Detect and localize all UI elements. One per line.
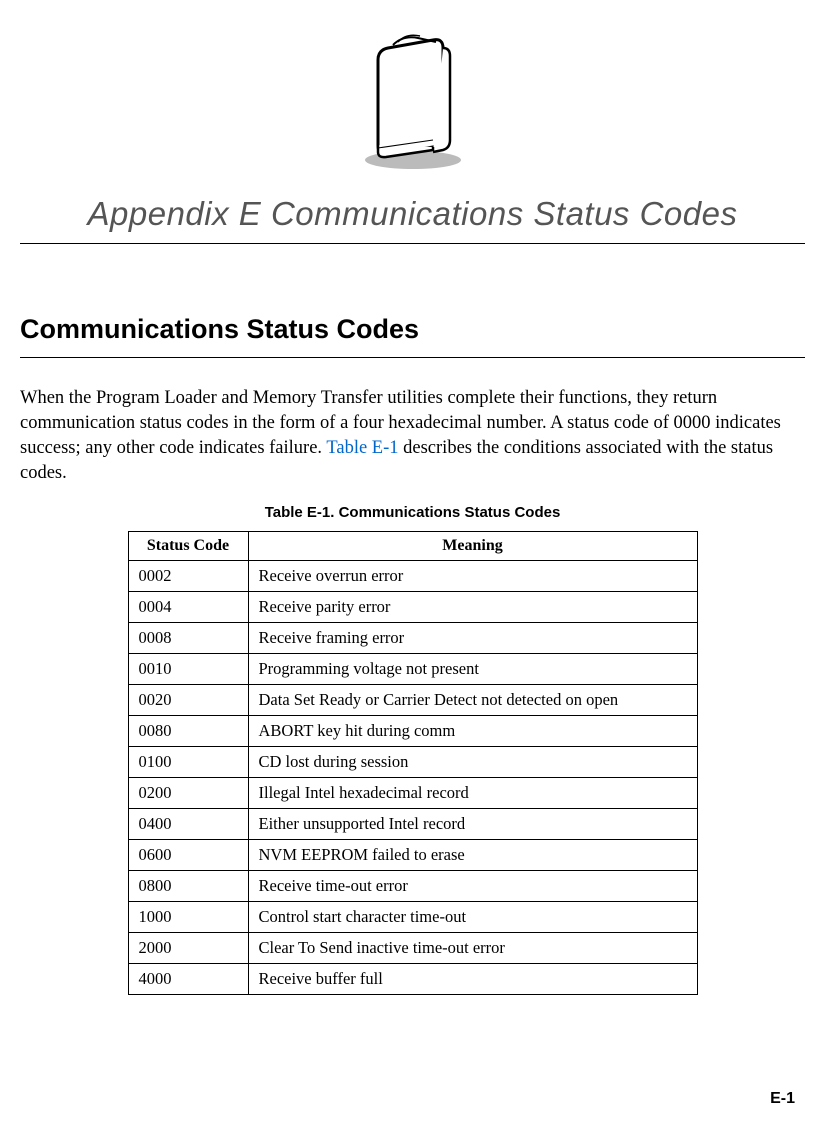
table-row: 0020Data Set Ready or Carrier Detect not… (128, 684, 697, 715)
cell-meaning: ABORT key hit during comm (248, 715, 697, 746)
cell-meaning: Illegal Intel hexadecimal record (248, 777, 697, 808)
table-reference-link[interactable]: Table E-1 (326, 438, 398, 458)
section-rule (20, 357, 805, 358)
cell-status-code: 0020 (128, 684, 248, 715)
cell-status-code: 0002 (128, 560, 248, 591)
cell-status-code: 0008 (128, 622, 248, 653)
cell-meaning: Receive overrun error (248, 560, 697, 591)
title-rule (20, 243, 805, 244)
cell-status-code: 0400 (128, 808, 248, 839)
cell-meaning: Receive time-out error (248, 870, 697, 901)
header-meaning: Meaning (248, 531, 697, 560)
table-row: 0008Receive framing error (128, 622, 697, 653)
table-header-row: Status Code Meaning (128, 531, 697, 560)
table-row: 0002Receive overrun error (128, 560, 697, 591)
table-row: 0600NVM EEPROM failed to erase (128, 839, 697, 870)
table-row: 0100CD lost during session (128, 746, 697, 777)
table-row: 0010Programming voltage not present (128, 653, 697, 684)
table-row: 0800Receive time-out error (128, 870, 697, 901)
cell-status-code: 0004 (128, 591, 248, 622)
cell-status-code: 0010 (128, 653, 248, 684)
table-row: 0200Illegal Intel hexadecimal record (128, 777, 697, 808)
table-row: 0004Receive parity error (128, 591, 697, 622)
cell-meaning: Programming voltage not present (248, 653, 697, 684)
cell-status-code: 0800 (128, 870, 248, 901)
book-icon (348, 30, 478, 175)
header-status-code: Status Code (128, 531, 248, 560)
cell-meaning: Data Set Ready or Carrier Detect not det… (248, 684, 697, 715)
cell-status-code: 2000 (128, 932, 248, 963)
section-heading: Communications Status Codes (20, 314, 805, 345)
table-row: 2000Clear To Send inactive time-out erro… (128, 932, 697, 963)
table-row: 0400Either unsupported Intel record (128, 808, 697, 839)
cell-status-code: 0600 (128, 839, 248, 870)
status-codes-table: Status Code Meaning 0002Receive overrun … (128, 531, 698, 995)
cell-meaning: CD lost during session (248, 746, 697, 777)
cell-meaning: Receive framing error (248, 622, 697, 653)
cell-meaning: Control start character time-out (248, 901, 697, 932)
table-row: 0080ABORT key hit during comm (128, 715, 697, 746)
cell-status-code: 0200 (128, 777, 248, 808)
page-number: E-1 (770, 1090, 795, 1108)
appendix-title: Appendix E Communications Status Codes (20, 195, 805, 233)
table-row: 4000Receive buffer full (128, 963, 697, 994)
cell-meaning: NVM EEPROM failed to erase (248, 839, 697, 870)
table-row: 1000Control start character time-out (128, 901, 697, 932)
table-body: 0002Receive overrun error0004Receive par… (128, 560, 697, 994)
cell-meaning: Receive buffer full (248, 963, 697, 994)
section-body: When the Program Loader and Memory Trans… (20, 386, 805, 486)
table-caption: Table E-1. Communications Status Codes (20, 504, 805, 521)
cell-meaning: Clear To Send inactive time-out error (248, 932, 697, 963)
cell-meaning: Either unsupported Intel record (248, 808, 697, 839)
cell-status-code: 1000 (128, 901, 248, 932)
cell-status-code: 0100 (128, 746, 248, 777)
cell-status-code: 4000 (128, 963, 248, 994)
cell-meaning: Receive parity error (248, 591, 697, 622)
cell-status-code: 0080 (128, 715, 248, 746)
